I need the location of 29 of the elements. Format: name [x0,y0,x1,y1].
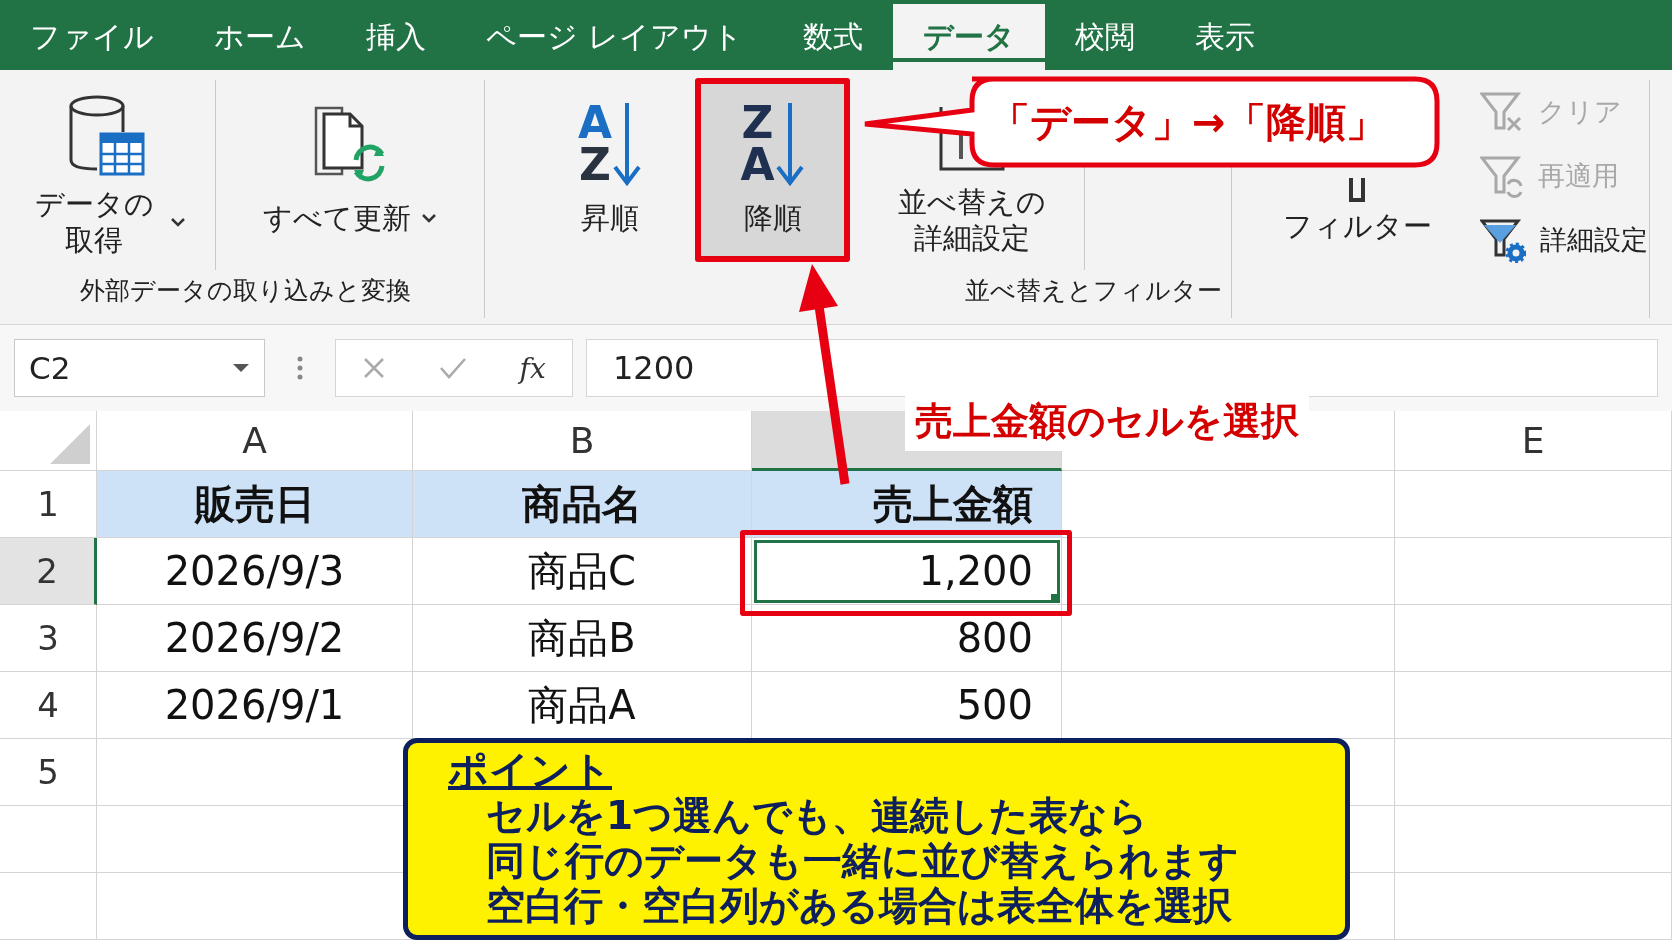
table-cell: 商品C [413,538,752,605]
button-label: 昇順 [581,200,639,237]
note-text: 空白行・空白列がある場合は表全体を選択 [485,883,1232,928]
table-cell: 1,200 [752,538,1062,605]
table-cell: 2026/9/3 [97,538,413,605]
group-label: 外部データの取り込みと変換 [79,275,412,307]
callout-text: 「データ」→「降順」 [990,97,1386,147]
note-text: 同じ行のデータも一緒に並び替えられます [485,838,1239,883]
table-cell: 商品A [413,672,752,739]
button-label: 再適用 [1538,159,1619,193]
button-label: すべて更新 [262,200,411,237]
button-label: データの取得 [33,186,155,259]
button-label: 並べ替えの詳細設定 [897,183,1047,256]
sort-letters: A Z [577,102,613,186]
button-label: 詳細設定 [1540,223,1648,257]
table-cell: 売上金額 [752,471,1062,538]
button-label: クリア [1538,95,1622,129]
table-cell: 800 [752,605,1062,672]
table-cell: 2026/9/1 [97,672,413,739]
note-text: セルを1つ選んでも、連続した表なら [485,793,1149,838]
table-cell: 商品B [413,605,752,672]
table-cell: 商品名 [413,471,752,538]
note-title: ポイント [448,747,612,793]
table-cell: 2026/9/2 [97,605,413,672]
sort-letters: Z A [740,102,775,186]
table-cell: 販売日 [97,471,413,538]
group-label: 並べ替えとフィルター [964,275,1223,307]
button-label: 降順 [743,200,802,237]
button-label: フィルター [1282,208,1432,245]
